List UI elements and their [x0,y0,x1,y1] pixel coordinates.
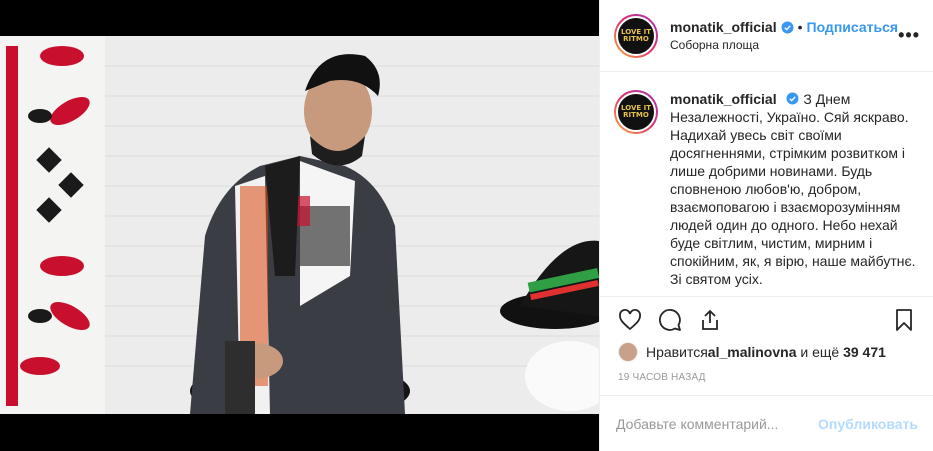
action-bar [600,296,933,342]
share-icon [702,309,718,330]
caption-text: З Днем Незалежності, Україно. Сяй яскрав… [670,91,916,287]
comments-section[interactable]: LOVE IT RITMO monatik_official З Днем Не… [600,72,933,296]
bookmark-icon [896,308,912,331]
separator-dot: • [797,19,803,35]
publish-button[interactable]: Опубликовать [818,416,918,432]
author-username[interactable]: monatik_official [670,19,777,35]
comment-button[interactable] [650,300,690,340]
liker-username[interactable]: al_malinovna [708,344,797,360]
caption-username[interactable]: monatik_official [670,91,777,107]
liker-avatar[interactable] [618,342,638,362]
add-comment-form: Опубликовать [600,395,933,451]
post-photo[interactable] [0,36,599,414]
likes-middle: и ещё [796,344,844,360]
like-button[interactable] [610,300,650,340]
more-options-icon[interactable]: ••• [898,25,920,46]
likes-count[interactable]: 39 471 [843,344,886,360]
follow-button[interactable]: Подписаться [807,19,899,35]
avatar-logo-text: LOVE IT RITMO [621,27,651,43]
media-viewer [0,0,599,451]
verified-badge-icon [781,21,794,33]
avatar-logo-text: LOVE IT RITMO [621,104,651,119]
post-side-panel: LOVE IT RITMO monatik_official • Подписа… [599,0,933,451]
comment-icon [659,308,681,331]
post-header: LOVE IT RITMO monatik_official • Подписа… [600,0,933,72]
comment-input[interactable] [616,415,819,432]
author-avatar[interactable]: LOVE IT RITMO [614,13,658,58]
post-timestamp[interactable]: 19 ЧАСОВ НАЗАД [618,372,706,383]
share-button[interactable] [690,300,730,340]
location-link[interactable]: Соборна площа [670,38,898,52]
post-caption: monatik_official З Днем Незалежності, Ук… [670,90,918,296]
likes-summary: Нравится al_malinovna и ещё 39 471 [600,340,933,364]
heart-icon [619,308,641,330]
verified-badge-icon [787,92,799,105]
caption-avatar[interactable]: LOVE IT RITMO [614,90,658,134]
likes-prefix: Нравится [646,344,708,360]
save-button[interactable] [884,300,924,340]
